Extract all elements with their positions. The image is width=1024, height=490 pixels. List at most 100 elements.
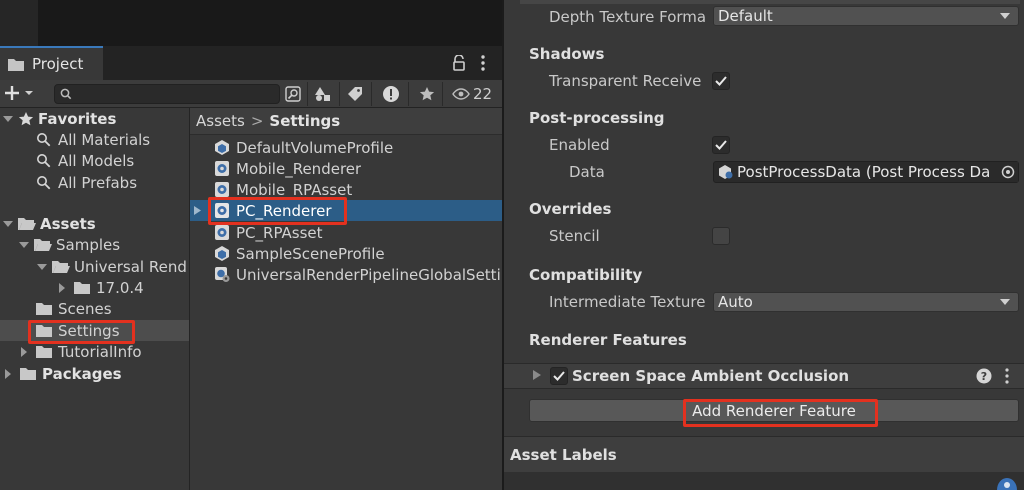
tutorialinfo-label: TutorialInfo <box>58 342 142 361</box>
project-tab-label: Project <box>32 55 84 73</box>
tree-item-favorites[interactable]: Favorites <box>2 108 116 129</box>
hidden-packages-toggle[interactable]: 22 <box>452 85 492 103</box>
depth-texture-label: Depth Texture Forma <box>549 8 707 26</box>
asset-labels-section[interactable]: Asset Labels <box>504 436 1024 472</box>
breadcrumb-settings[interactable]: Settings <box>269 112 340 130</box>
intermediate-texture-value: Auto <box>718 293 753 311</box>
expand-arrow-icon <box>37 263 47 270</box>
tree-item-all-models[interactable]: All Models <box>36 150 134 171</box>
asset-labels-header: Asset Labels <box>510 445 617 464</box>
postprocess-data-field[interactable]: PostProcessData (Post Process Da <box>713 161 1019 183</box>
tree-item-assets[interactable]: Assets <box>2 213 96 234</box>
star-icon <box>18 111 34 125</box>
object-picker-button[interactable] <box>997 162 1018 182</box>
upper-panel-area <box>0 0 502 46</box>
assets-label: Assets <box>40 214 96 233</box>
search-by-scene-button[interactable] <box>280 82 306 106</box>
file-item[interactable]: DefaultVolumeProfile <box>214 137 393 158</box>
more-menu-icon[interactable] <box>480 55 486 71</box>
star-icon <box>419 87 435 101</box>
tree-item-samples[interactable]: Samples <box>18 234 120 255</box>
create-plus-icon[interactable] <box>3 85 35 101</box>
pipeline-asset-icon <box>215 225 229 240</box>
lock-icon[interactable] <box>452 55 466 71</box>
samples-label: Samples <box>56 235 121 254</box>
tree-item-version[interactable]: 17.0.4 <box>56 277 144 298</box>
chevron-down-icon <box>1000 299 1010 305</box>
tree-item-scenes[interactable]: Scenes <box>36 298 112 319</box>
intermediate-texture-label: Intermediate Texture <box>549 293 706 311</box>
volume-profile-icon <box>215 246 229 261</box>
file-name: Mobile_Renderer <box>236 159 362 178</box>
breadcrumb-assets[interactable]: Assets <box>196 112 245 130</box>
tree-item-all-materials[interactable]: All Materials <box>36 129 150 150</box>
add-renderer-feature-label: Add Renderer Feature <box>692 401 856 420</box>
feature-menu-icon[interactable] <box>1004 368 1010 384</box>
intermediate-texture-dropdown[interactable]: Auto <box>713 292 1019 312</box>
renderer-data-icon <box>215 161 229 176</box>
tree-item-tutorialinfo[interactable]: TutorialInfo <box>18 341 142 362</box>
breadcrumb-separator: > <box>250 112 264 130</box>
transparent-receive-checkbox[interactable] <box>712 72 730 90</box>
favorite-label: All Models <box>58 151 135 170</box>
folder-icon <box>36 325 52 337</box>
folder-icon <box>8 58 24 71</box>
overrides-header: Overrides <box>529 200 612 218</box>
file-name: Mobile_RPAsset <box>236 180 353 199</box>
add-renderer-feature-button[interactable]: Add Renderer Feature <box>529 399 1019 422</box>
file-item-selected[interactable]: PC_Renderer <box>214 200 332 221</box>
search-icon <box>37 132 51 146</box>
tag-icon <box>348 87 362 101</box>
foldout-arrow-icon[interactable] <box>532 369 542 381</box>
shadows-header: Shadows <box>529 45 605 63</box>
tree-item-packages[interactable]: Packages <box>2 363 122 384</box>
file-item[interactable]: SampleSceneProfile <box>214 243 385 264</box>
depth-texture-dropdown[interactable]: Default <box>713 6 1019 26</box>
renderer-data-icon <box>215 203 229 218</box>
tree-item-settings[interactable]: Settings <box>36 320 120 341</box>
file-item[interactable]: UniversalRenderPipelineGlobalSetti <box>214 264 502 285</box>
search-scene-icon <box>285 86 301 102</box>
postprocess-data-value: PostProcessData (Post Process Da <box>737 163 991 181</box>
filter-by-label-button[interactable] <box>342 82 368 106</box>
favorites-toggle-button[interactable] <box>414 82 440 106</box>
asset-labels-area <box>504 472 1024 490</box>
preview-arrow-icon[interactable] <box>193 205 202 216</box>
collapse-arrow-icon <box>59 282 65 293</box>
eye-icon <box>452 88 470 100</box>
folder-open-icon <box>18 217 36 230</box>
postprocessing-enabled-checkbox[interactable] <box>712 136 730 154</box>
expand-arrow-icon <box>3 220 13 227</box>
search-icon <box>37 153 51 167</box>
file-name: PC_RPAsset <box>236 223 323 242</box>
stencil-label: Stencil <box>549 227 600 245</box>
favorite-label: All Materials <box>58 130 151 149</box>
file-name: PC_Renderer <box>236 201 332 220</box>
favorites-label: Favorites <box>38 109 117 128</box>
stencil-checkbox[interactable] <box>712 227 730 245</box>
file-name: UniversalRenderPipelineGlobalSetti <box>236 265 501 284</box>
tree-item-all-prefabs[interactable]: All Prefabs <box>36 172 137 193</box>
checkmark-icon <box>715 140 727 150</box>
help-icon[interactable]: ? <box>976 368 992 384</box>
folder-icon <box>36 303 52 315</box>
expand-arrow-icon <box>3 115 13 122</box>
file-item[interactable]: Mobile_Renderer <box>214 158 361 179</box>
project-tab[interactable]: Project <box>0 46 103 80</box>
file-item[interactable]: PC_RPAsset <box>214 222 323 243</box>
collapse-arrow-icon <box>21 346 27 357</box>
feature-name: Screen Space Ambient Occlusion <box>572 367 850 385</box>
folder-icon <box>74 282 90 294</box>
asset-bundle-icon[interactable] <box>996 476 1018 490</box>
search-input[interactable] <box>54 84 280 104</box>
filter-by-type-button[interactable] <box>310 82 336 106</box>
feature-enabled-checkbox[interactable] <box>550 367 568 385</box>
target-icon <box>1001 165 1014 179</box>
checkmark-icon <box>553 371 565 381</box>
svg-text:?: ? <box>981 370 987 383</box>
tree-item-universal[interactable]: Universal Rend <box>36 256 189 277</box>
search-icon <box>37 175 51 189</box>
filter-log-types-button[interactable] <box>378 82 404 106</box>
compatibility-header: Compatibility <box>529 266 643 284</box>
file-item[interactable]: Mobile_RPAsset <box>214 179 352 200</box>
